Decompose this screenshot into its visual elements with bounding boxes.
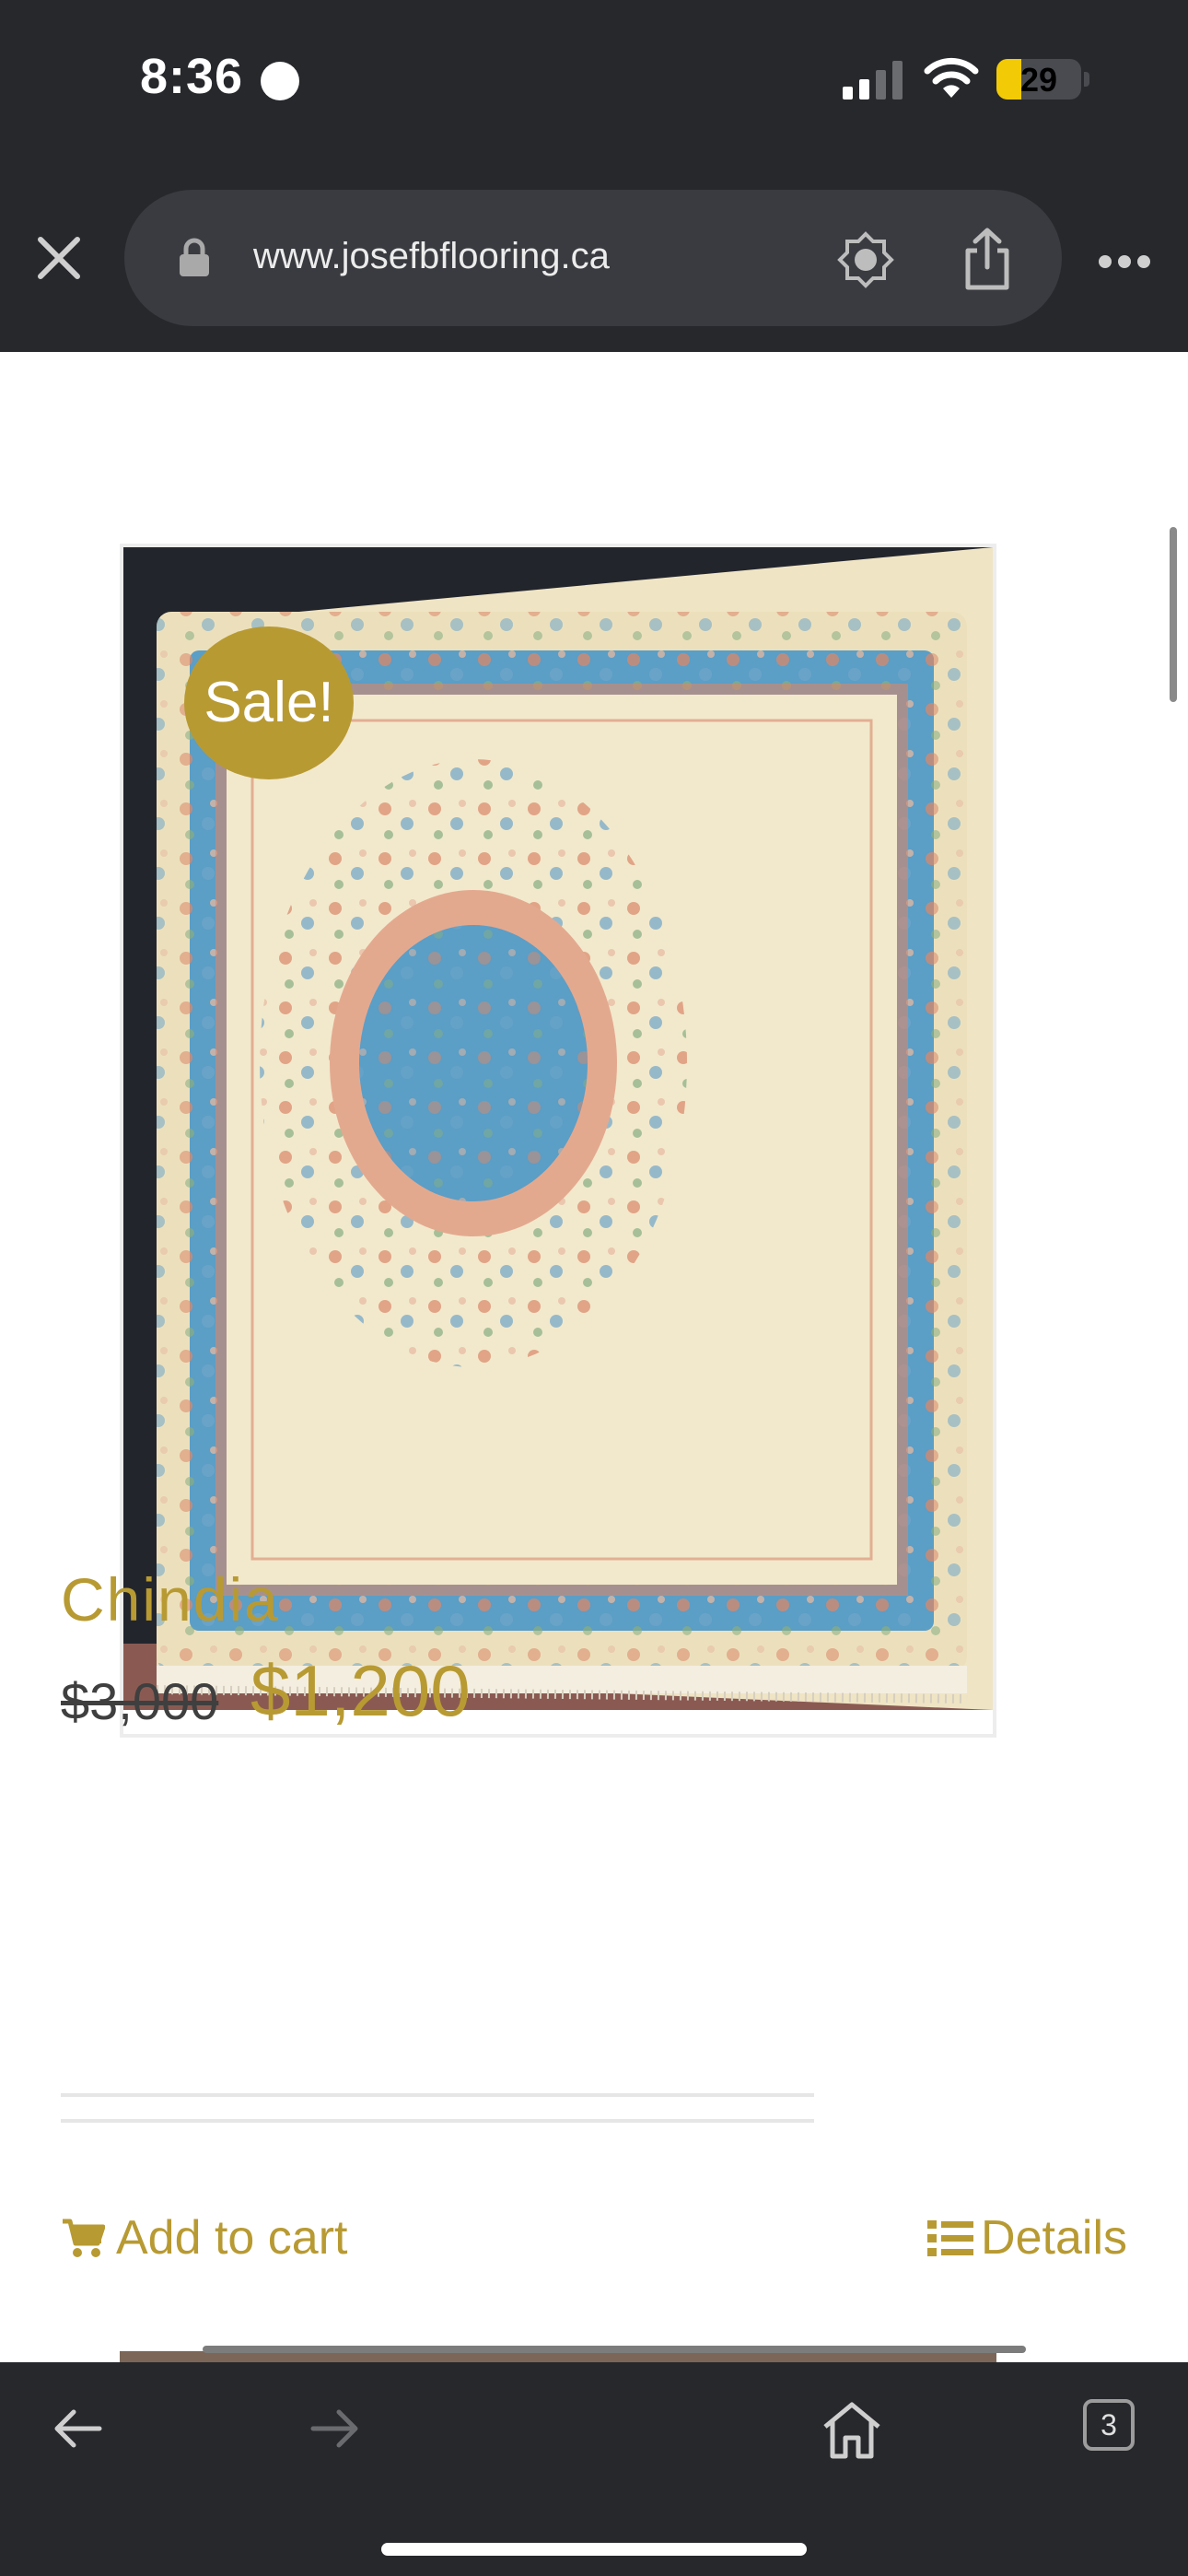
lock-icon xyxy=(180,238,209,276)
battery-level: 29 xyxy=(1019,61,1058,99)
horizontal-scrollbar[interactable] xyxy=(203,2346,1026,2353)
sale-badge: Sale! xyxy=(184,626,354,779)
browser-toolbar: www.josefbflooring.ca xyxy=(0,157,1188,352)
cellular-signal-icon xyxy=(843,61,903,100)
wifi-icon xyxy=(924,57,979,98)
product-image[interactable]: Sale! xyxy=(123,547,993,1710)
url-text: www.josefbflooring.ca xyxy=(253,236,610,276)
battery-icon: 29 xyxy=(996,59,1081,100)
add-to-cart-button[interactable]: Add to cart xyxy=(61,2206,347,2270)
divider xyxy=(61,2119,814,2123)
battery-cap xyxy=(1084,72,1089,87)
back-icon[interactable] xyxy=(52,2406,103,2451)
recording-dot-icon xyxy=(261,62,299,100)
close-icon[interactable] xyxy=(33,232,85,284)
home-indicator[interactable] xyxy=(381,2543,807,2556)
web-page: Sale! Chindia $3,000 $1,200 Add to cart … xyxy=(0,352,1188,2362)
details-button[interactable]: Details xyxy=(927,2206,1127,2270)
reader-icon[interactable] xyxy=(836,230,895,289)
status-time: 8:36 xyxy=(140,49,244,104)
tabs-button[interactable]: 3 xyxy=(1083,2399,1135,2451)
share-icon[interactable] xyxy=(961,227,1014,291)
details-label: Details xyxy=(981,2211,1127,2265)
cart-icon xyxy=(63,2219,105,2257)
product-title[interactable]: Chindia xyxy=(61,1564,280,1634)
original-price: $3,000 xyxy=(61,1672,219,1730)
address-bar[interactable]: www.josefbflooring.ca xyxy=(124,190,1062,326)
add-to-cart-label: Add to cart xyxy=(116,2211,348,2265)
divider xyxy=(61,2093,814,2097)
product-card: Sale! xyxy=(120,544,996,1738)
list-icon xyxy=(927,2220,974,2256)
status-bar: 8:36 29 xyxy=(0,0,1188,157)
more-icon[interactable] xyxy=(1098,254,1151,269)
browser-bottom-toolbar: 3 xyxy=(0,2362,1188,2576)
forward-icon[interactable] xyxy=(309,2406,361,2451)
vertical-scrollbar[interactable] xyxy=(1170,527,1177,702)
sale-price: $1,200 xyxy=(250,1650,471,1731)
home-icon[interactable] xyxy=(820,2399,884,2460)
